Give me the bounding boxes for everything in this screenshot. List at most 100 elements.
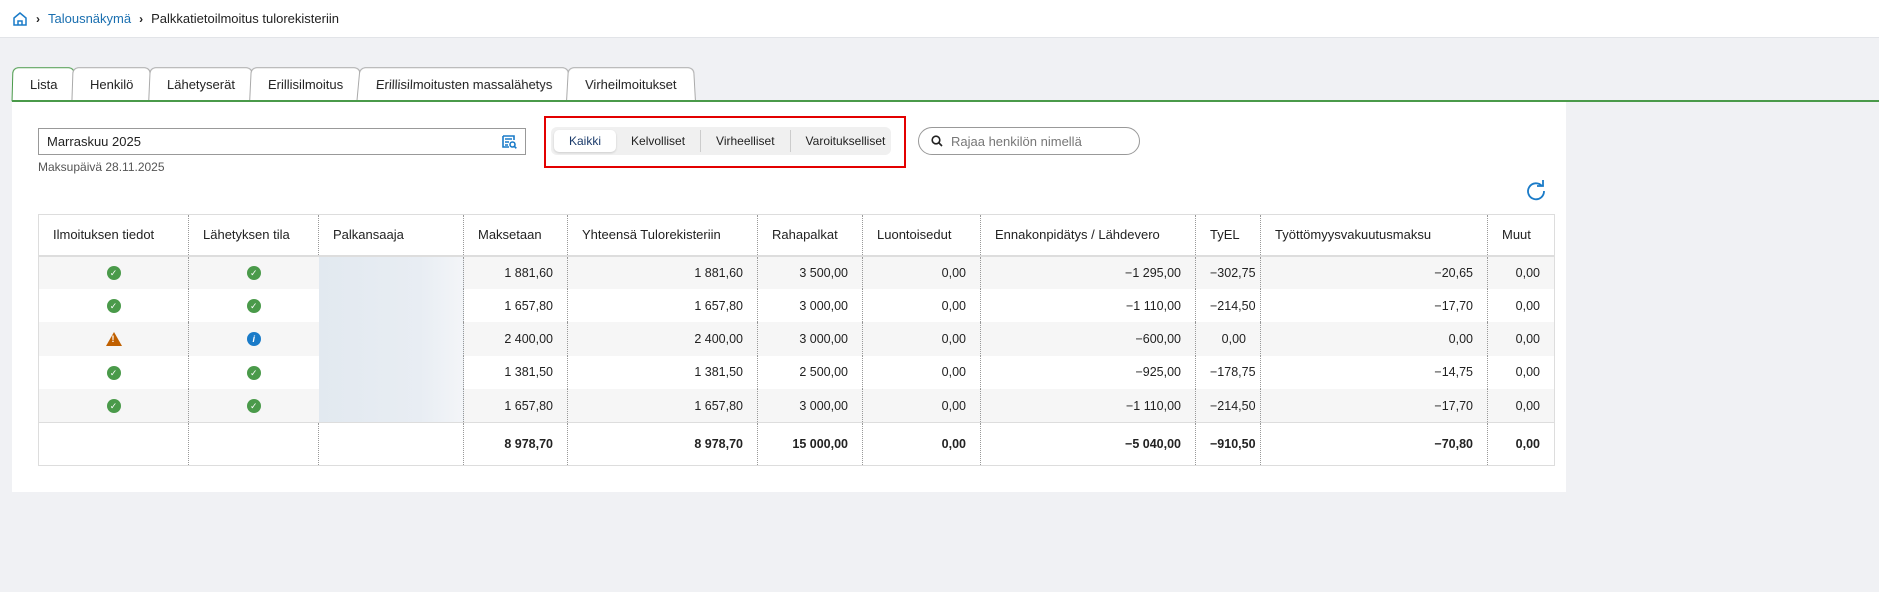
column-header[interactable]: Maksetaan: [463, 214, 568, 257]
tab-label: Erillisilmoitus: [267, 77, 344, 93]
column-header[interactable]: Lähetyksen tila: [188, 214, 319, 257]
total-cell: 0,00: [1487, 421, 1555, 466]
amount-cell: 1 881,60: [463, 255, 568, 289]
check-circle-icon: ✓: [106, 398, 121, 413]
amount-cell: 0,00: [1487, 255, 1555, 289]
info-cell[interactable]: ✓: [38, 389, 189, 423]
table-row[interactable]: i2 400,002 400,003 000,000,00−600,000,00…: [38, 322, 1555, 356]
period-value: Marraskuu 2025: [47, 134, 141, 149]
column-header[interactable]: Työttömyysvakuutusmaksu: [1260, 214, 1488, 257]
amount-cell: −1 110,00: [980, 288, 1196, 323]
status-cell[interactable]: ✓: [188, 355, 319, 390]
check-circle-icon: ✓: [106, 365, 121, 380]
amount-cell: 3 000,00: [757, 389, 863, 423]
table-header: Ilmoituksen tiedot Lähetyksen tila Palkans…: [38, 214, 1555, 257]
tab-bar: Lista Henkilö Lähetyserät Erillisilmoitu…: [11, 67, 696, 102]
tab-lista[interactable]: Lista: [11, 67, 76, 102]
amount-cell: 2 400,00: [463, 322, 568, 356]
amount-cell: −20,65: [1260, 255, 1488, 289]
info-cell[interactable]: ✓: [39, 289, 189, 322]
status-cell[interactable]: ✓: [188, 255, 319, 289]
tab-massalahetys[interactable]: Erillisilmoitusten massalähetys: [356, 67, 572, 102]
home-icon[interactable]: [12, 11, 28, 27]
amount-cell: −178,75: [1195, 355, 1261, 390]
refresh-icon[interactable]: [1525, 180, 1547, 202]
payroll-table: Ilmoituksen tiedot Lähetyksen tila Palkans…: [38, 214, 1555, 466]
status-cell[interactable]: ✓: [188, 288, 319, 323]
tab-label: Lista: [29, 77, 58, 93]
breadcrumb: › Talousnäkymä › Palkkatietoilmoitus tul…: [0, 0, 1879, 38]
search-input[interactable]: [951, 133, 1131, 149]
employee-name-redacted: [318, 255, 464, 289]
tab-virheilmoitukset[interactable]: Virheilmoitukset: [566, 67, 696, 102]
period-selector[interactable]: Marraskuu 2025: [38, 128, 526, 155]
table-row[interactable]: ✓ ✓ 1 657,80 1 657,80 3 000,00 0,00 −1 110,00−…: [39, 288, 1555, 323]
amount-cell: −1 110,00: [980, 389, 1196, 423]
amount-cell: 1 881,60: [567, 255, 758, 289]
amount-cell: 3 000,00: [757, 322, 863, 356]
column-header[interactable]: Ilmoituksen tiedot: [38, 214, 189, 257]
amount-cell: 0,00: [1487, 322, 1555, 356]
filter-varoitukselliset[interactable]: Varoitukselliset: [791, 130, 901, 152]
check-circle-icon: ✓: [246, 298, 261, 313]
amount-cell: 2 500,00: [757, 355, 863, 390]
amount-cell: 2 400,00: [567, 322, 758, 356]
filter-virheelliset[interactable]: Virheelliset: [701, 130, 791, 152]
employee-name-redacted: [318, 288, 464, 323]
check-circle-icon: ✓: [246, 365, 261, 380]
amount-cell: 0,00: [1195, 322, 1261, 356]
tab-henkilo[interactable]: Henkilö: [71, 67, 153, 102]
total-cell: 0,00: [862, 421, 981, 466]
status-cell[interactable]: i: [188, 322, 319, 356]
amount-cell: 1 657,80: [463, 288, 568, 323]
breadcrumb-current: Palkkatietoilmoitus tulorekisteriin: [151, 11, 339, 26]
table-row[interactable]: ✓ ✓ 1 381,50 1 381,50 2 500,00 0,00 −925,00 −17…: [39, 355, 1555, 390]
amount-cell: 1 381,50: [567, 355, 758, 390]
table-row[interactable]: ✓ ✓ 1 657,80 1 657,80 3 000,00 0,00 −1 110,00−…: [38, 389, 1555, 423]
amount-cell: −302,75: [1195, 255, 1261, 289]
info-cell[interactable]: ✓: [38, 255, 189, 289]
amount-cell: 3 500,00: [757, 255, 863, 289]
amount-cell: 0,00: [1260, 322, 1488, 356]
check-circle-icon: ✓: [106, 266, 121, 281]
column-header[interactable]: Rahapalkat: [757, 214, 863, 257]
status-filter: Kaikki Kelvolliset Virheelliset Varoituk…: [551, 127, 891, 155]
info-cell[interactable]: ✓: [39, 356, 189, 389]
employee-name-redacted: [318, 355, 464, 390]
check-circle-icon: ✓: [246, 398, 261, 413]
tab-label: Lähetyserät: [166, 77, 236, 93]
column-header[interactable]: Palkansaaja: [318, 214, 464, 257]
empty-cell: [318, 421, 464, 466]
amount-cell: 3 000,00: [757, 288, 863, 323]
amount-cell: −214,50: [1195, 288, 1261, 323]
filter-kaikki[interactable]: Kaikki: [554, 130, 617, 152]
table-row[interactable]: ✓ ✓ 1 881,60 1 881,60 3 500,00 0,00 −1 295,00−…: [38, 255, 1555, 289]
column-header[interactable]: Yhteensä Tulorekisteriin: [567, 214, 758, 257]
tab-lahetyserat[interactable]: Lähetyserät: [148, 67, 254, 102]
total-cell: −5 040,00: [980, 421, 1196, 466]
filter-kelvolliset[interactable]: Kelvolliset: [616, 130, 702, 152]
amount-cell: 1 657,80: [567, 389, 758, 423]
amount-cell: 1 657,80: [463, 389, 568, 423]
breadcrumb-parent[interactable]: Talousnäkymä: [48, 11, 131, 26]
column-header[interactable]: Muut: [1487, 214, 1555, 257]
check-circle-icon: ✓: [246, 266, 261, 281]
total-cell: −70,80: [1260, 421, 1488, 466]
info-cell[interactable]: [38, 322, 189, 356]
chevron-right-icon: ›: [36, 11, 40, 26]
amount-cell: 0,00: [862, 389, 981, 423]
amount-cell: 1 657,80: [567, 288, 758, 323]
amount-cell: 0,00: [862, 288, 981, 323]
tab-erillisilmoitus[interactable]: Erillisilmoitus: [248, 67, 362, 102]
status-cell[interactable]: ✓: [188, 389, 319, 423]
calendar-search-icon[interactable]: [502, 134, 517, 149]
column-header[interactable]: Luontoisedut: [862, 214, 981, 257]
payment-date: Maksupäivä 28.11.2025: [38, 160, 165, 174]
column-header[interactable]: Ennakonpidätys / Lähdevero: [980, 214, 1196, 257]
amount-cell: 0,00: [862, 255, 981, 289]
column-header[interactable]: TyEL: [1195, 214, 1261, 257]
tab-label: Virheilmoitukset: [584, 77, 678, 93]
amount-cell: −14,75: [1260, 355, 1488, 390]
amount-cell: −925,00: [980, 355, 1196, 390]
info-icon: i: [246, 332, 261, 347]
